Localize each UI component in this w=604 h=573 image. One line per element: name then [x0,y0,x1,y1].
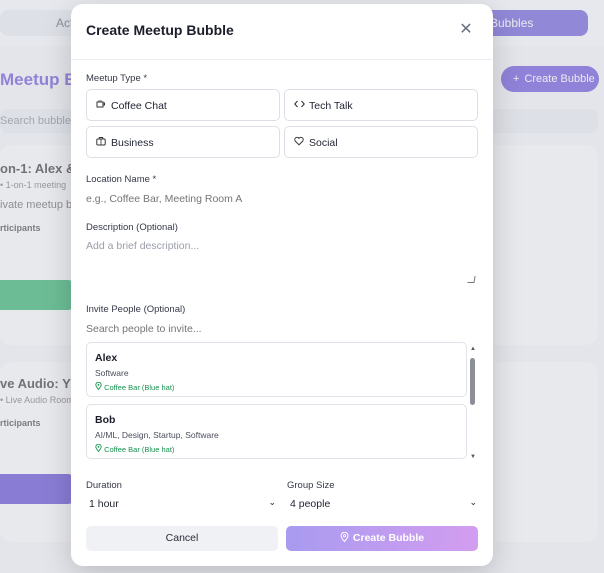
person-location: Coffee Bar (Blue hat) [95,381,175,392]
people-list-scrollbar[interactable]: ▲ ▼ [469,346,477,462]
list-item[interactable]: Bob AI/ML, Design, Startup, Software Cof… [86,404,467,459]
description-label: Description (Optional) [86,222,178,233]
chevron-down-icon: ⌄ [469,497,477,507]
location-name-label: Location Name * [86,174,157,185]
map-pin-icon [95,381,104,392]
meetup-type-coffee-chat[interactable]: Coffee Chat [86,89,280,121]
create-bubble-label: Create Bubble [352,532,425,544]
briefcase-icon [96,136,108,149]
scroll-down-icon[interactable]: ▼ [470,454,476,460]
person-location-text: Coffee Bar (Blue hat) [104,445,175,454]
meetup-type-label-text: Coffee Chat [111,100,167,112]
invite-search-input[interactable] [86,321,478,337]
description-textarea[interactable]: Add a brief description... [86,240,478,284]
meetup-type-tech-talk[interactable]: Tech Talk [284,89,478,121]
heart-icon [294,136,306,149]
location-name-input[interactable] [86,191,478,207]
meetup-type-label-text: Social [309,137,338,149]
duration-value: 1 hour [89,498,119,510]
meetup-type-label-text: Business [111,137,154,149]
description-placeholder: Add a brief description... [86,240,200,252]
chevron-down-icon: ⌄ [268,497,276,507]
close-icon[interactable]: ✕ [457,21,475,39]
meetup-type-social[interactable]: Social [284,126,478,158]
modal-header: Create Meetup Bubble ✕ [71,4,493,60]
cancel-button[interactable]: Cancel [86,526,278,551]
duration-select[interactable]: 1 hour ⌄ [86,496,276,514]
map-pin-icon [95,443,104,454]
person-tags: Software [95,368,129,378]
modal-title: Create Meetup Bubble [86,22,234,38]
person-tags: AI/ML, Design, Startup, Software [95,430,219,440]
meetup-type-label: Meetup Type * [86,73,148,84]
people-list: Alex Software Coffee Bar (Blue hat) Bob … [86,342,478,462]
scroll-thumb[interactable] [470,358,475,405]
person-name: Alex [95,352,118,364]
coffee-icon [96,99,108,112]
invite-people-label: Invite People (Optional) [86,304,186,315]
person-location: Coffee Bar (Blue hat) [95,443,175,454]
code-icon [294,99,306,112]
group-size-select[interactable]: 4 people ⌄ [287,496,477,514]
group-size-value: 4 people [290,498,331,510]
person-location-text: Coffee Bar (Blue hat) [104,383,175,392]
map-pin-icon [340,527,349,552]
list-item[interactable]: Alex Software Coffee Bar (Blue hat) [86,342,467,397]
meetup-type-business[interactable]: Business [86,126,280,158]
resize-handle-icon[interactable] [467,276,476,283]
create-bubble-button[interactable]: Create Bubble [286,526,478,551]
meetup-type-label-text: Tech Talk [309,100,353,112]
create-bubble-modal: Create Meetup Bubble ✕ Meetup Type * Cof… [71,4,493,566]
duration-label: Duration [86,480,122,491]
person-name: Bob [95,414,116,426]
group-size-label: Group Size [287,480,335,491]
scroll-up-icon[interactable]: ▲ [470,346,476,352]
